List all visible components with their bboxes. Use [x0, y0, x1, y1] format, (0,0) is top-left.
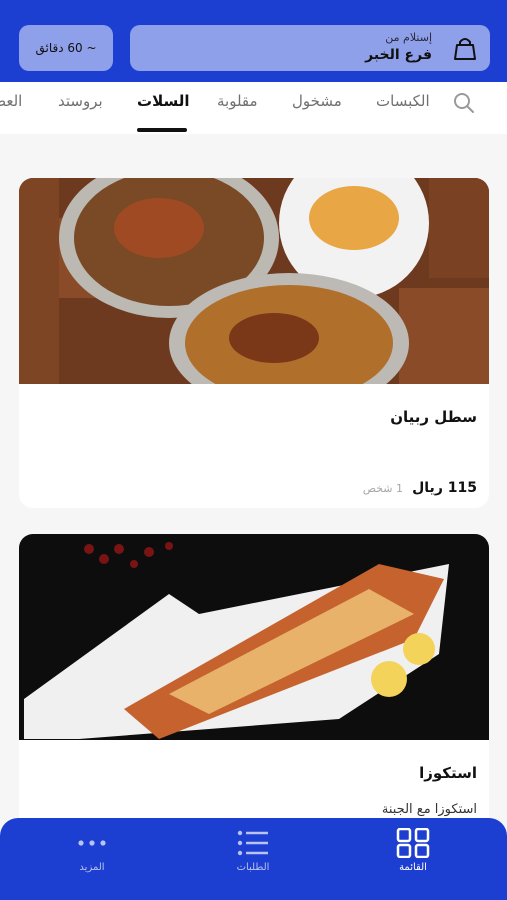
tab-broasted[interactable]: بروستد	[58, 92, 103, 110]
menu-item-card[interactable]: سطل ربيان 115 ريال 1 شخص	[19, 178, 489, 508]
grid-icon	[396, 828, 430, 858]
tab-mashkhool[interactable]: مشخول	[292, 92, 342, 110]
more-dots-icon	[78, 840, 106, 846]
lobster-photo	[19, 534, 489, 740]
menu-item-card[interactable]: استكوزا استكوزا مع الجبنة	[19, 534, 489, 834]
branch-name: فرع الخبر	[365, 47, 432, 63]
nav-orders-label: الطلبات	[236, 862, 270, 873]
item-price: 115 ريال	[412, 480, 477, 496]
item-name: سطل ربيان	[390, 408, 477, 426]
shopping-bag-icon	[454, 38, 476, 60]
app-header: إستلام من فرع الخبر ~ 60 دقائق	[0, 0, 507, 82]
category-tabs: الكبسات مشخول مقلوبة السلات بروستد العص	[0, 82, 507, 134]
tab-kabsat[interactable]: الكبسات	[376, 92, 430, 110]
delivery-time-pill[interactable]: ~ 60 دقائق	[19, 25, 113, 71]
nav-more-label: المزيد	[79, 862, 105, 873]
shrimp-bucket-photo	[19, 178, 489, 384]
tab-maqluba[interactable]: مقلوبة	[217, 92, 258, 110]
tab-partial[interactable]: العص	[0, 92, 22, 110]
time-estimate: ~ 60 دقائق	[35, 41, 97, 55]
pickup-branch-selector[interactable]: إستلام من فرع الخبر	[130, 25, 490, 71]
active-tab-indicator	[137, 128, 187, 132]
nav-menu[interactable]: القائمة	[368, 828, 458, 888]
list-icon	[237, 830, 268, 856]
item-serves: 1 شخص	[362, 482, 403, 495]
nav-menu-label: القائمة	[399, 862, 427, 873]
item-description: استكوزا مع الجبنة	[381, 802, 477, 817]
tab-salat[interactable]: السلات	[137, 92, 190, 110]
bottom-navigation: القائمة الطلبات المزيد	[0, 818, 507, 900]
search-icon[interactable]	[453, 92, 475, 114]
pickup-label: إستلام من	[385, 31, 432, 44]
item-name: استكوزا	[419, 764, 477, 782]
nav-more[interactable]: المزيد	[47, 828, 137, 888]
nav-orders[interactable]: الطلبات	[208, 828, 298, 888]
